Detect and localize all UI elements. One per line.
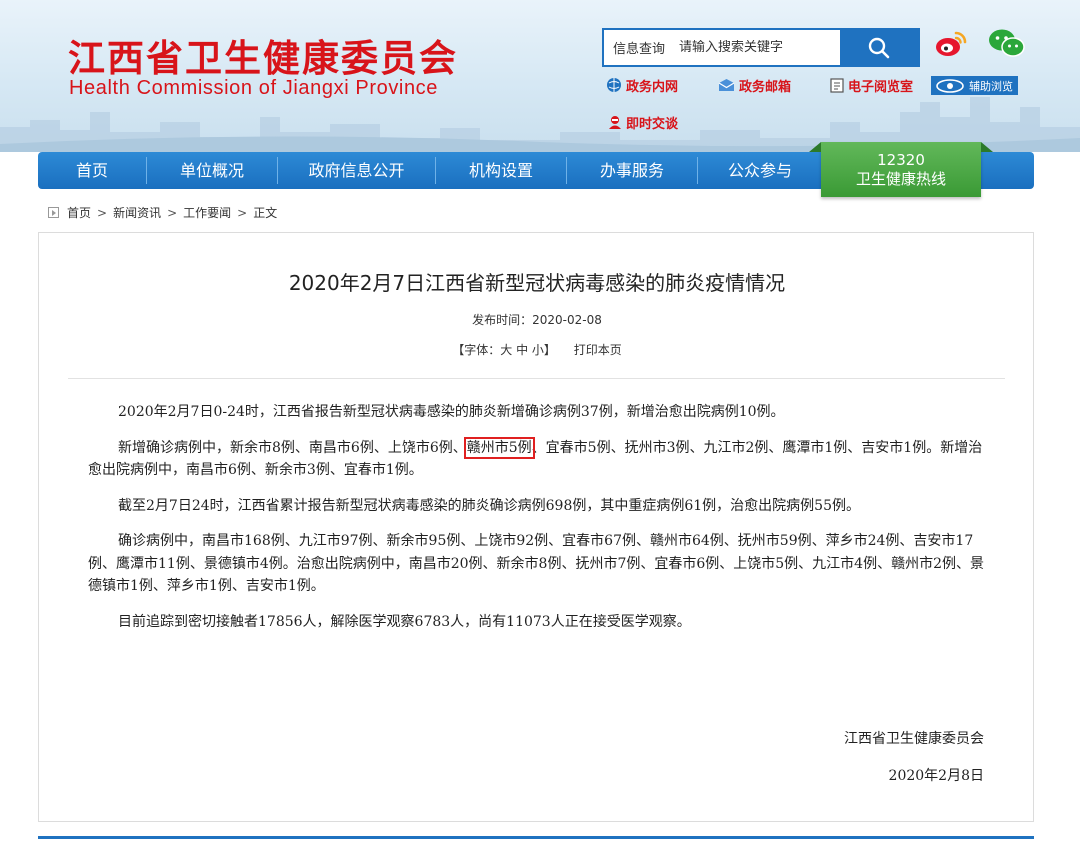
breadcrumb-news[interactable]: 新闻资讯 — [113, 204, 161, 221]
search-input[interactable] — [679, 40, 830, 55]
nav-item-about[interactable]: 单位概况 — [147, 152, 277, 189]
title-divider — [68, 378, 1005, 379]
gov-mail-link[interactable]: 政务邮箱 — [718, 76, 792, 95]
weibo-icon[interactable] — [934, 28, 968, 58]
gov-intranet-label: 政务内网 — [626, 79, 679, 95]
breadcrumb-home[interactable]: 首页 — [67, 204, 91, 221]
paragraph-new-cases: 2020年2月7日0-24时，江西省报告新型冠状病毒感染的肺炎新增确诊病例37例… — [118, 404, 785, 420]
paragraph-cumulative: 截至2月7日24时，江西省累计报告新型冠状病毒感染的肺炎确诊病例698例，其中重… — [118, 497, 860, 514]
site-logo-english[interactable]: Health Commission of Jiangxi Province — [69, 77, 438, 100]
wechat-icon[interactable] — [988, 28, 1026, 58]
nav-item-services[interactable]: 办事服务 — [567, 152, 697, 189]
article-toolbar: 【字体：大 中 小】 打印本页 — [39, 341, 1035, 358]
signature-organization: 江西省卫生健康委员会 — [844, 731, 984, 747]
nav-item-participation[interactable]: 公众参与 — [698, 152, 822, 189]
hotline-number: 12320 — [877, 151, 925, 169]
article-container: 2020年2月7日江西省新型冠状病毒感染的肺炎疫情情况 发布时间：2020-02… — [38, 232, 1034, 822]
breadcrumb-separator: > — [167, 205, 178, 220]
article-title: 2020年2月7日江西省新型冠状病毒感染的肺炎疫情情况 — [288, 271, 786, 295]
paragraph-cumulative-breakdown: 确诊病例中，南昌市168例、九江市97例、新余市95例、上饶市92例、宜春市67… — [88, 533, 984, 594]
breadcrumb: 首页 > 新闻资讯 > 工作要闻 > 正文 — [48, 204, 277, 221]
hotline-label: 卫生健康热线 — [855, 170, 946, 188]
breadcrumb-work-news[interactable]: 工作要闻 — [183, 204, 231, 221]
highlighted-ganzhou-cases: 赣州市5例 — [463, 436, 535, 459]
gov-mail-label: 政务邮箱 — [739, 79, 792, 95]
mail-icon — [718, 79, 735, 91]
search-icon — [868, 37, 890, 58]
ebook-icon — [830, 77, 844, 93]
nav-item-gov-info[interactable]: 政府信息公开 — [278, 152, 435, 189]
search-label: 信息查询 — [613, 42, 666, 57]
accessibility-button[interactable]: 辅助浏览 — [931, 76, 1018, 95]
signature-date: 2020年2月8日 — [888, 768, 984, 784]
print-link[interactable]: 打印本页 — [574, 343, 622, 357]
search-button[interactable] — [840, 30, 918, 65]
reading-room-label: 电子阅览室 — [848, 79, 914, 95]
gov-intranet-link[interactable]: 政务内网 — [606, 76, 679, 95]
site-header: 江西省卫生健康委员会 Health Commission of Jiangxi … — [0, 0, 1080, 152]
paragraph-close-contacts: 目前追踪到密切接触者17856人，解除医学观察6783人，尚有11073人正在接… — [118, 613, 691, 630]
reading-room-link[interactable]: 电子阅览室 — [830, 76, 914, 95]
eye-icon — [936, 78, 964, 93]
publish-time: 发布时间：2020-02-08 — [472, 313, 602, 327]
paragraph-new-cases-breakdown: 新增确诊病例中，新余市8例、南昌市6例、上饶市6例、赣州市5例、宜春市5例、抚州… — [88, 436, 988, 482]
site-logo-chinese[interactable]: 江西省卫生健康委员会 — [68, 28, 458, 82]
font-size-control[interactable]: 【字体：大 中 小】 — [452, 343, 556, 357]
person-icon — [609, 116, 621, 129]
accessibility-label: 辅助浏览 — [969, 79, 1013, 93]
instant-chat-link[interactable]: 即时交谈 — [608, 113, 679, 132]
globe-icon — [607, 78, 621, 92]
breadcrumb-separator: > — [97, 205, 108, 220]
nav-item-organization[interactable]: 机构设置 — [436, 152, 566, 189]
search-box: 信息查询 — [602, 28, 920, 67]
breadcrumb-current: 正文 — [253, 206, 278, 220]
footer-divider — [38, 836, 1034, 839]
article-body: 2020年2月7日0-24时，江西省报告新型冠状病毒感染的肺炎新增确诊病例37例… — [88, 401, 988, 646]
text-segment: 新增确诊病例中，新余市8例、南昌市6例、上饶市6例、 — [118, 439, 467, 456]
instant-chat-label: 即时交谈 — [626, 116, 679, 132]
nav-item-home[interactable]: 首页 — [38, 152, 146, 189]
breadcrumb-arrow-icon — [48, 207, 59, 218]
breadcrumb-separator: > — [237, 205, 248, 220]
hotline-button[interactable]: 12320 卫生健康热线 — [809, 142, 993, 197]
